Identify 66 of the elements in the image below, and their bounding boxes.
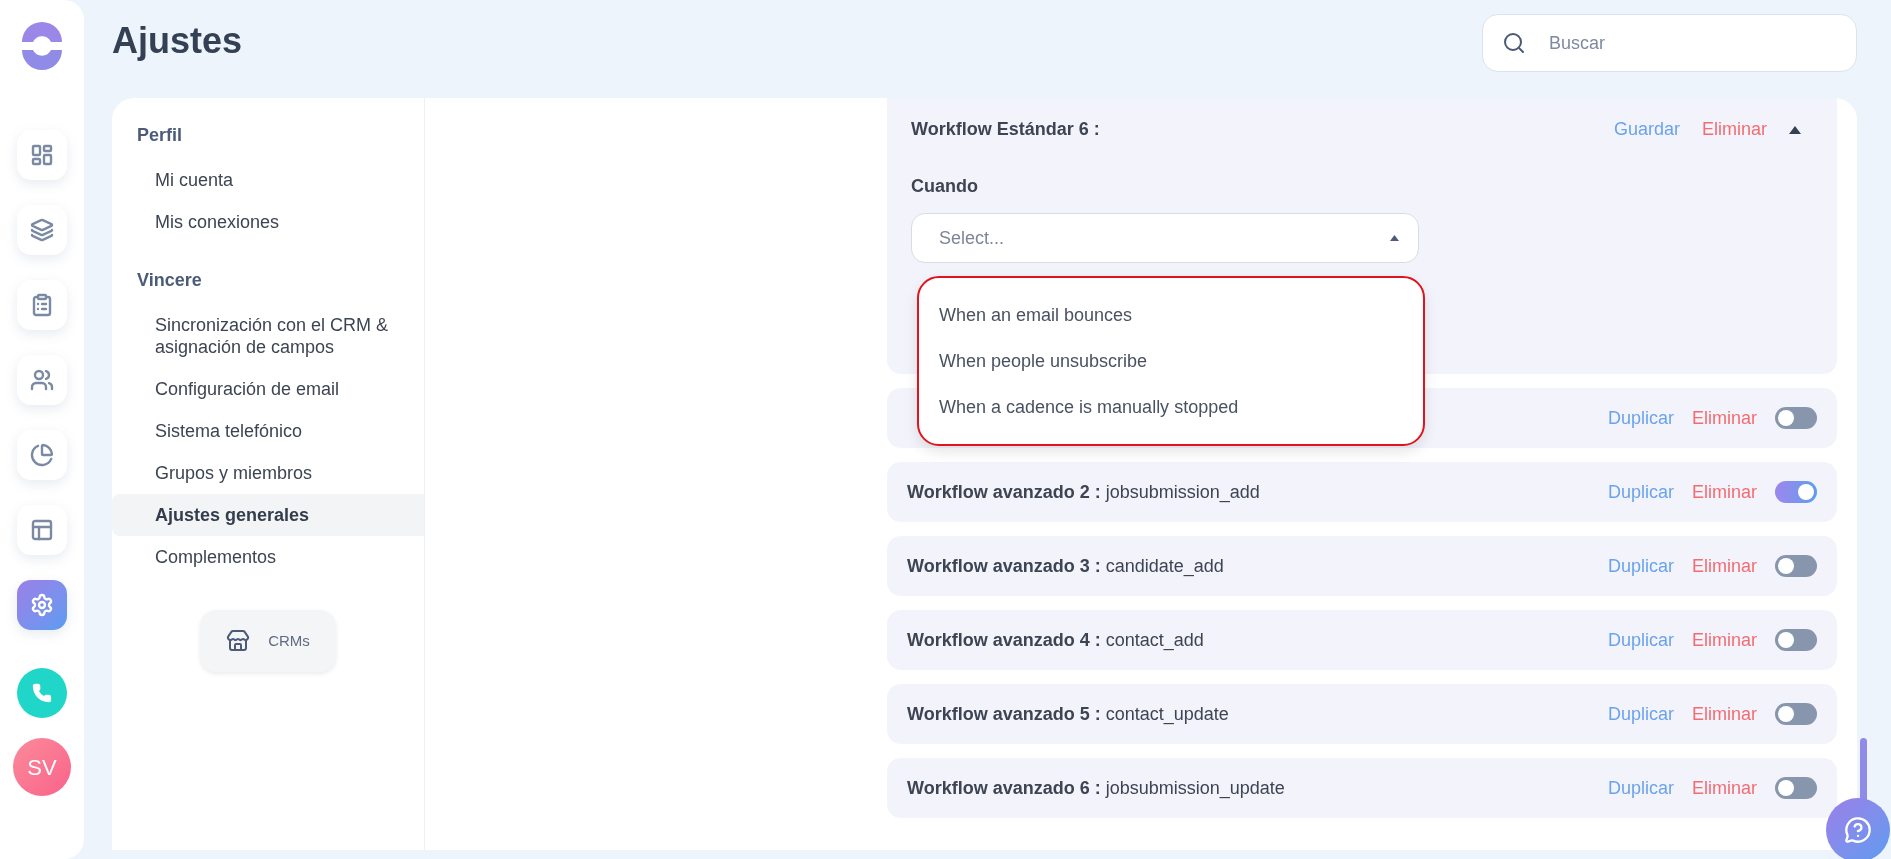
delete-link[interactable]: Eliminar: [1692, 552, 1757, 580]
search-icon: [1502, 31, 1526, 55]
delete-link[interactable]: Eliminar: [1702, 116, 1767, 143]
trigger-select[interactable]: Select...: [911, 213, 1419, 263]
settings-icon: [30, 593, 54, 617]
page-title: Ajustes: [112, 19, 243, 63]
workflow-name: Workflow avanzado 2 : jobsubmission_add: [907, 480, 1260, 505]
save-link[interactable]: Guardar: [1613, 116, 1680, 143]
workflow-title: Workflow Estándar 6 :: [911, 118, 1100, 141]
toggle-switch[interactable]: [1775, 703, 1817, 725]
pie-chart-icon: [30, 443, 54, 467]
menu-item[interactable]: Configuración de email: [112, 368, 424, 410]
search-field[interactable]: Buscar: [1482, 14, 1857, 72]
duplicate-link[interactable]: Duplicar: [1607, 404, 1674, 432]
duplicate-link[interactable]: Duplicar: [1607, 478, 1674, 506]
delete-link[interactable]: Eliminar: [1692, 404, 1757, 432]
phone-icon: [32, 683, 52, 703]
toggle-switch[interactable]: [1775, 629, 1817, 651]
phone-button[interactable]: [17, 668, 67, 718]
workflow-name: Workflow avanzado 4 : contact_add: [907, 628, 1204, 653]
duplicate-link[interactable]: Duplicar: [1607, 774, 1674, 802]
menu-item[interactable]: Complementos: [112, 536, 424, 578]
toggle-switch[interactable]: [1775, 407, 1817, 429]
delete-link[interactable]: Eliminar: [1692, 774, 1757, 802]
people-button[interactable]: [17, 355, 67, 405]
delete-link[interactable]: Eliminar: [1692, 478, 1757, 506]
user-avatar[interactable]: SV: [13, 738, 71, 796]
caret-icon: [1390, 235, 1399, 241]
section-heading: Vincere: [136, 269, 203, 292]
menu-item[interactable]: Grupos y miembros: [112, 452, 424, 494]
workflow-name: Workflow avanzado 3 : candidate_add: [907, 554, 1224, 579]
menu-item[interactable]: Ajustes generales: [112, 494, 424, 536]
crm-button[interactable]: CRMs: [200, 610, 336, 672]
collapse-caret-icon[interactable]: [1789, 125, 1801, 134]
pie-chart-button[interactable]: [17, 430, 67, 480]
duplicate-link[interactable]: Duplicar: [1607, 700, 1674, 728]
workflow-name: Workflow avanzado 5 : contact_update: [907, 702, 1229, 727]
clipboard-icon: [30, 293, 54, 317]
menu-item[interactable]: Sistema telefónico: [112, 410, 424, 452]
store-icon: [226, 629, 251, 653]
dashboard-button[interactable]: [17, 130, 67, 180]
clipboard-button[interactable]: [17, 280, 67, 330]
dropdown-option[interactable]: When an email bounces: [919, 292, 1423, 338]
toggle-switch[interactable]: [1775, 481, 1817, 503]
delete-link[interactable]: Eliminar: [1692, 700, 1757, 728]
menu-item[interactable]: Mis conexiones: [112, 201, 424, 243]
layout-icon: [30, 518, 54, 542]
dropdown-option[interactable]: When people unsubscribe: [919, 338, 1423, 384]
stack-icon: [30, 218, 54, 242]
dropdown-option[interactable]: When a cadence is manually stopped: [919, 384, 1423, 430]
stack-button[interactable]: [17, 205, 67, 255]
toggle-switch[interactable]: [1775, 555, 1817, 577]
delete-link[interactable]: Eliminar: [1692, 626, 1757, 654]
section-heading: Perfil: [136, 124, 184, 147]
layout-button[interactable]: [17, 505, 67, 555]
settings-button[interactable]: [17, 580, 67, 630]
help-icon: [1844, 816, 1872, 844]
people-icon: [30, 368, 54, 392]
duplicate-link[interactable]: Duplicar: [1607, 552, 1674, 580]
field-label: Cuando: [911, 175, 979, 198]
toggle-switch[interactable]: [1775, 777, 1817, 799]
duplicate-link[interactable]: Duplicar: [1607, 626, 1674, 654]
menu-item[interactable]: Sincronización con el CRM & asignación de campos: [112, 304, 424, 368]
dashboard-icon: [30, 143, 54, 167]
workflow-name: Workflow avanzado 6 : jobsubmission_update: [907, 776, 1285, 801]
menu-item[interactable]: Mi cuenta: [112, 159, 424, 201]
